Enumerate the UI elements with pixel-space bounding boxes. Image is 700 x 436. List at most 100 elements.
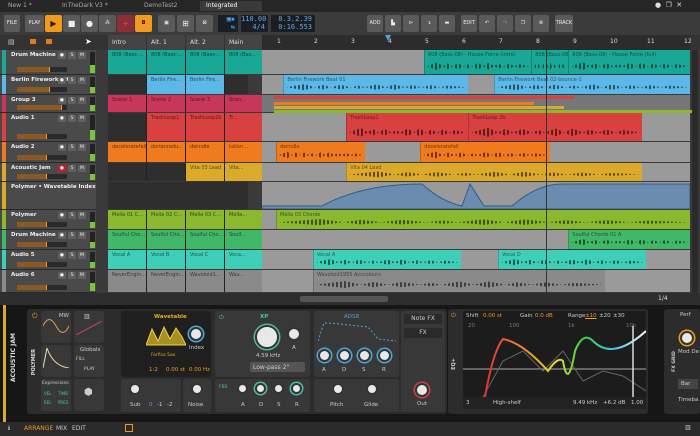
punch-icon[interactable]: ▣ bbox=[158, 15, 175, 32]
lfo-modulator[interactable]: MW bbox=[41, 311, 71, 343]
volume-slider[interactable] bbox=[17, 262, 67, 267]
arranger-clip[interactable]: Vita 04 Lead bbox=[346, 163, 643, 181]
pitch-knob[interactable] bbox=[332, 383, 344, 395]
track-header[interactable]: Polymer • Wavetable Index bbox=[0, 182, 96, 210]
clip-record-icon[interactable]: + bbox=[117, 15, 134, 32]
gain-value[interactable]: 0.0 dB bbox=[535, 313, 553, 319]
launcher-clip[interactable]: dorianredu... bbox=[147, 142, 186, 162]
filter-mode-dropdown[interactable]: Low-pass 2" bbox=[250, 362, 305, 372]
track-header[interactable]: Acoustic Jam ● S M bbox=[0, 163, 96, 182]
track-header[interactable]: Polymer ● S M bbox=[0, 210, 96, 230]
filter-power-icon[interactable]: ⏻ bbox=[219, 314, 224, 322]
amp-decay-knob[interactable] bbox=[338, 349, 351, 362]
envelope-type[interactable]: ADSR bbox=[344, 314, 359, 320]
solo-button[interactable]: S bbox=[68, 97, 76, 104]
track-name[interactable]: Audio 6 bbox=[11, 272, 35, 278]
arranger-toggle-icon[interactable] bbox=[46, 39, 52, 44]
scene-2[interactable]: Alt. 2 bbox=[186, 35, 224, 50]
arranger-clip[interactable]: 808 (Bass-08) - House Force (full) bbox=[568, 50, 691, 74]
track-header[interactable]: Berlin Firework Kit ● S M bbox=[0, 75, 96, 95]
launcher-clip[interactable]: Scene 1 bbox=[108, 95, 147, 112]
track-header[interactable]: Drum Machine ● S M bbox=[0, 50, 96, 75]
track-name[interactable]: Group 3 bbox=[11, 97, 36, 103]
info-icon[interactable]: ℹ bbox=[8, 425, 10, 432]
export-icon[interactable]: ⊳ bbox=[403, 15, 419, 32]
position-display[interactable]: 8.3.2.39 0:16.553 bbox=[271, 15, 315, 32]
launcher-clip[interactable]: 808 (Bass-... bbox=[186, 50, 225, 74]
launcher-clip[interactable]: Vocal A bbox=[108, 250, 147, 269]
track-name[interactable]: Drum Machine bbox=[11, 52, 56, 58]
track-name[interactable]: Audio 1 bbox=[11, 115, 35, 121]
horizontal-scrollbar[interactable] bbox=[300, 296, 388, 302]
launcher-clip[interactable]: Vocal B bbox=[147, 250, 186, 269]
power-icon[interactable]: ⏻ bbox=[32, 312, 38, 321]
launcher-clip[interactable]: tallon... bbox=[225, 142, 264, 162]
mute-button[interactable]: M bbox=[78, 115, 86, 122]
envelope-modulator[interactable] bbox=[41, 345, 71, 377]
track-header[interactable]: Drum Machine ● S M bbox=[0, 230, 96, 250]
resonance-knob[interactable] bbox=[287, 327, 301, 341]
fbs-label[interactable]: FBS bbox=[219, 385, 227, 390]
track-name[interactable]: Polymer • Wavetable Index bbox=[11, 184, 96, 190]
filter-release-knob[interactable] bbox=[291, 383, 302, 394]
fx-slot[interactable]: FX bbox=[404, 328, 442, 338]
cutoff-knob[interactable] bbox=[255, 325, 279, 349]
band-frequency[interactable]: 9.49 kHz bbox=[573, 400, 597, 406]
sub-octave-0[interactable]: 0 bbox=[149, 402, 153, 408]
empty-slot[interactable] bbox=[108, 113, 147, 141]
arranger-clip[interactable]: dwindle bbox=[276, 142, 365, 162]
launcher-clip[interactable]: TrashLoop1 bbox=[147, 113, 186, 141]
add-button[interactable]: ADD bbox=[367, 15, 383, 32]
sub-knob[interactable] bbox=[129, 383, 141, 395]
launcher-clip[interactable]: 808 (Bas... bbox=[225, 50, 264, 74]
save-icon[interactable]: ▙ bbox=[385, 15, 401, 32]
arranger-clip[interactable]: Wavoloid1955 Acccolours bbox=[313, 270, 606, 292]
record-arm-button[interactable]: ● bbox=[58, 97, 66, 104]
record-arm-button[interactable]: ● bbox=[58, 165, 66, 172]
mute-button[interactable]: M bbox=[78, 232, 86, 239]
add-icon[interactable]: ⊞ bbox=[177, 15, 194, 32]
mute-button[interactable]: M bbox=[78, 144, 86, 151]
glide-knob[interactable] bbox=[366, 383, 378, 395]
launcher-clip[interactable]: Soulful Cho... bbox=[108, 230, 147, 249]
arranger-clip[interactable]: deceleratefall bbox=[420, 142, 550, 162]
solo-button[interactable]: S bbox=[68, 272, 76, 279]
device-panel-toggle-icon[interactable] bbox=[125, 424, 133, 432]
arranger-clip[interactable]: Berlin Firework Beat 02-bounce-1 bbox=[494, 75, 691, 94]
arranger-clip[interactable]: Vocal D bbox=[498, 250, 646, 269]
solo-button[interactable]: S bbox=[68, 115, 76, 122]
tempo-display[interactable]: 110.00 4/4 bbox=[241, 15, 268, 32]
vertical-scrollbar[interactable] bbox=[692, 50, 698, 293]
volume-slider[interactable] bbox=[17, 67, 67, 72]
file-button[interactable]: FILE bbox=[4, 15, 20, 32]
solo-button[interactable]: S bbox=[68, 252, 76, 259]
play-icon[interactable]: ▶ bbox=[45, 15, 62, 32]
mute-button[interactable]: M bbox=[78, 77, 86, 84]
tab-0[interactable]: New 1 * bbox=[2, 1, 52, 11]
groove-icon[interactable]: ⊠ bbox=[196, 15, 213, 32]
import-icon[interactable]: ↴ bbox=[421, 15, 437, 32]
arranger-clip[interactable]: Berlin Firework Beat 01 bbox=[283, 75, 469, 94]
range-10[interactable]: ±10 bbox=[585, 313, 597, 319]
copy-icon[interactable]: ❐ bbox=[515, 15, 531, 32]
range-30[interactable]: ±30 bbox=[613, 313, 625, 319]
arranger-clip[interactable]: Vocal A bbox=[313, 250, 461, 269]
launcher-clip[interactable]: 808 (Bass-... bbox=[147, 50, 186, 74]
bar-dropdown[interactable]: Bar bbox=[678, 379, 698, 389]
solo-button[interactable]: S bbox=[68, 77, 76, 84]
filter-attack-knob[interactable] bbox=[237, 383, 248, 394]
launcher-clip[interactable]: Soulf... bbox=[225, 230, 264, 249]
folder-icon[interactable]: ▬ bbox=[439, 15, 455, 32]
scene-3[interactable]: Main bbox=[225, 35, 263, 50]
launcher-clip[interactable]: Wav... bbox=[225, 270, 264, 292]
amp-release-knob[interactable] bbox=[378, 349, 391, 362]
record-arm-button[interactable]: ● bbox=[58, 272, 66, 279]
clip-launcher-toggle-icon[interactable] bbox=[30, 39, 36, 44]
track-header[interactable]: Audio 1 ● S M bbox=[0, 113, 96, 142]
arranger-clip[interactable]: Mella 03 Chords bbox=[276, 210, 691, 229]
solo-button[interactable]: S bbox=[68, 165, 76, 172]
launcher-clip[interactable]: 808 (Bass-... bbox=[108, 50, 147, 74]
solo-button[interactable]: S bbox=[68, 52, 76, 59]
scene-1[interactable]: Alt. 1 bbox=[147, 35, 185, 50]
band-type[interactable]: High-shelf bbox=[493, 400, 521, 406]
